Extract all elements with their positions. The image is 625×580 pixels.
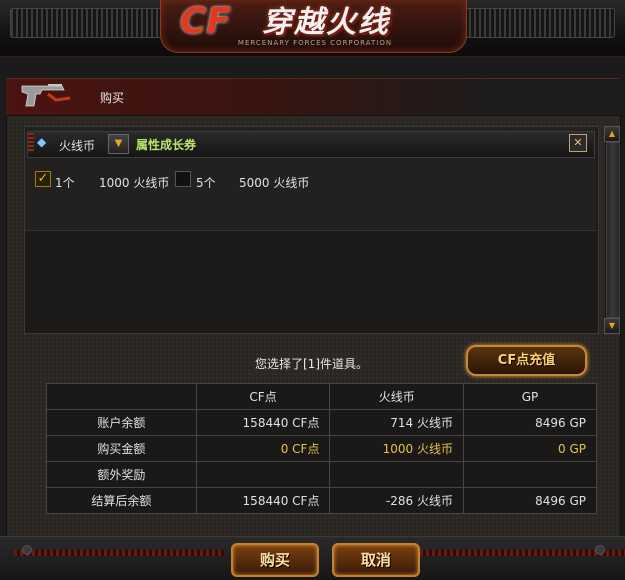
- scroll-down-button[interactable]: ▼: [604, 318, 620, 334]
- table-row: 额外奖励: [46, 461, 597, 488]
- table-row: 账户余额 158440 CF点 714 火线币 8496 GP: [46, 409, 597, 436]
- option-2-qty: 5个: [196, 176, 216, 190]
- gem-icon: ◆: [37, 135, 47, 149]
- hx-value: [329, 461, 465, 488]
- table-row: 结算后余额 158440 CF点 -286 火线币 8496 GP: [46, 487, 597, 514]
- cf-value: 158440 CF点: [195, 487, 331, 514]
- table-header-cell: CF点: [195, 383, 331, 410]
- table-row: 购买金额 0 CF点 1000 火线币 0 GP: [46, 435, 597, 462]
- pistol-icon: [21, 84, 71, 107]
- cf-value: 0 CF点: [195, 435, 331, 462]
- logo-title: 穿越火线: [262, 5, 390, 40]
- logo-cf: CF: [180, 1, 232, 42]
- gp-value: [463, 461, 597, 488]
- option-1-checkbox[interactable]: ✓: [35, 171, 51, 187]
- triangle-down-icon: ▼: [114, 138, 123, 149]
- cf-value: 158440 CF点: [195, 409, 331, 436]
- logo-subtitle: MERCENARY FORCES CORPORATION: [237, 39, 393, 47]
- buy-button[interactable]: 购买: [231, 543, 319, 577]
- row-label: 账户余额: [46, 409, 197, 436]
- option-2-checkbox[interactable]: [175, 171, 191, 187]
- selection-message: 您选择了[1]件道具。: [255, 357, 368, 371]
- corner-rivet: [595, 545, 605, 555]
- gp-value: 8496 GP: [463, 409, 597, 436]
- table-header-cell: [46, 383, 197, 410]
- table-header-row: CF点 火线币 GP: [46, 383, 597, 410]
- close-icon: ✕: [573, 136, 583, 149]
- scroll-up-button[interactable]: ▲: [604, 126, 620, 142]
- row-label: 结算后余额: [46, 487, 197, 514]
- cf-value: [195, 461, 331, 488]
- apple-icon: [596, 88, 610, 102]
- cancel-button[interactable]: 取消: [332, 543, 420, 577]
- option-2-price: 5000 火线币: [239, 176, 310, 190]
- header-grille-right: [463, 8, 615, 38]
- option-1-price: 1000 火线币: [99, 176, 170, 190]
- window-title: 购买: [100, 91, 125, 105]
- hx-value: 714 火线币: [329, 409, 465, 436]
- list-divider: [25, 230, 596, 231]
- row-label: 额外奖励: [46, 461, 197, 488]
- item-name: 属性成长券: [136, 138, 197, 152]
- gp-value: 8496 GP: [463, 487, 597, 514]
- window-titlebar: [6, 78, 619, 116]
- corner-rivet: [22, 545, 32, 555]
- row-label: 购买金额: [46, 435, 197, 462]
- balance-table: CF点 火线币 GP 账户余额 158440 CF点 714 火线币 8496 …: [46, 383, 597, 514]
- hx-value: -286 火线币: [329, 487, 465, 514]
- recharge-button[interactable]: CF点充值: [466, 345, 587, 376]
- grip-handle: [28, 133, 34, 153]
- hx-value: 1000 火线币: [329, 435, 465, 462]
- currency-dropdown-button[interactable]: ▼: [108, 134, 129, 154]
- table-header-cell: 火线币: [329, 383, 465, 410]
- checkmark-icon: ✓: [37, 171, 49, 186]
- option-1-qty: 1个: [55, 176, 75, 190]
- rail-stripe-left: [14, 550, 224, 556]
- gp-value: 0 GP: [463, 435, 597, 462]
- table-header-cell: GP: [463, 383, 597, 410]
- close-button[interactable]: ✕: [569, 134, 587, 152]
- currency-label: 火线币: [59, 139, 96, 153]
- triangle-down-icon: ▼: [608, 321, 616, 330]
- scrollbar-thumb[interactable]: [606, 142, 620, 318]
- header-grille-left: [10, 8, 162, 38]
- triangle-up-icon: ▲: [608, 129, 616, 138]
